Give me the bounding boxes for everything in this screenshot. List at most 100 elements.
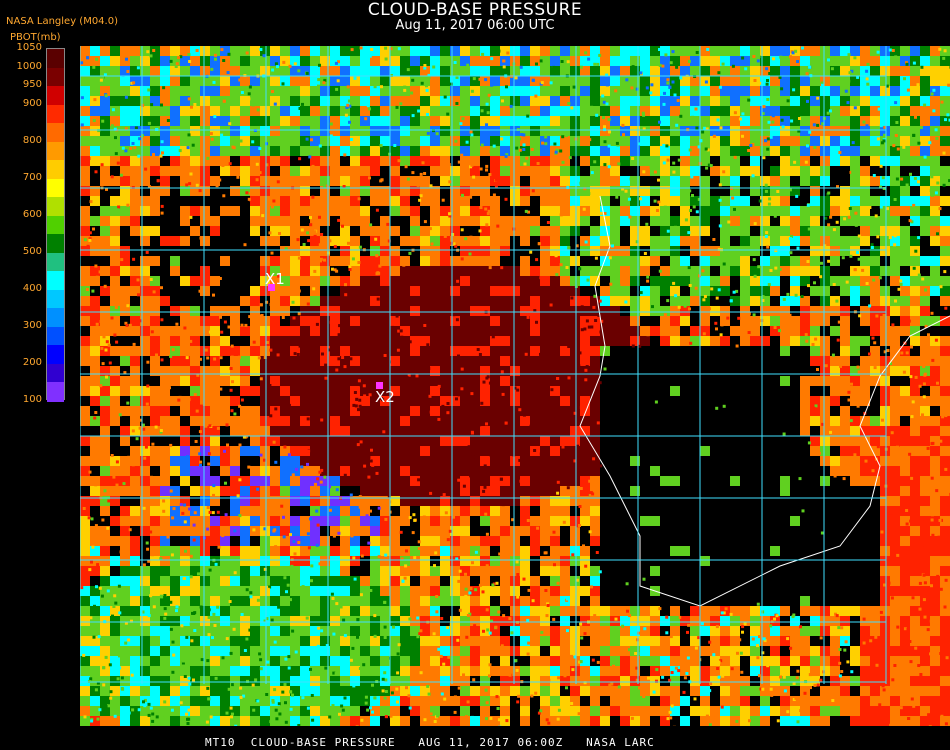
cloud-pixel [680, 156, 690, 166]
cloud-pixel [420, 146, 430, 156]
cloud-pixel [250, 656, 260, 666]
cloud-speckle [570, 449, 574, 453]
cloud-speckle [566, 386, 570, 390]
cloud-pixel [590, 86, 600, 96]
cloud-pixel [420, 666, 430, 676]
cloud-pixel [270, 236, 280, 246]
cloud-pixel [890, 566, 900, 576]
cloud-pixel [290, 396, 300, 406]
cloud-pixel [230, 46, 240, 56]
cloud-pixel [110, 236, 120, 246]
cloud-pixel [250, 166, 260, 176]
cloud-pixel [380, 266, 390, 276]
cloud-pixel [560, 696, 570, 706]
cloud-pixel [110, 256, 120, 266]
cloud-pixel [290, 636, 300, 646]
cloud-pixel [130, 346, 140, 356]
cloud-speckle [794, 293, 798, 297]
cloud-pixel [720, 646, 730, 656]
cloud-pixel [660, 616, 670, 626]
cloud-pixel [290, 146, 300, 156]
cloud-pixel [510, 196, 520, 206]
cloud-pixel [720, 336, 730, 346]
cloud-pixel [200, 326, 210, 336]
cloud-pixel [940, 596, 950, 606]
cloud-pixel [210, 86, 220, 96]
cloud-pixel [780, 666, 790, 676]
cloud-pixel [730, 656, 740, 666]
cloud-pixel [360, 446, 370, 456]
cloud-pixel [640, 116, 650, 126]
cloud-pixel [840, 616, 850, 626]
cloud-pixel [400, 266, 410, 276]
cloud-pixel [420, 416, 430, 426]
cloud-pixel [430, 76, 440, 86]
cloud-pixel [330, 546, 340, 556]
cloud-pixel [130, 636, 140, 646]
cloud-pixel [120, 206, 130, 216]
cloud-pixel [890, 666, 900, 676]
legend-swatch [47, 160, 64, 180]
cloud-pixel [610, 326, 620, 336]
cloud-pixel [130, 696, 140, 706]
cloud-pixel [280, 696, 290, 706]
cloud-pixel [510, 436, 520, 446]
cloud-pixel [920, 296, 930, 306]
cloud-pixel [440, 86, 450, 96]
cloud-pixel [360, 356, 370, 366]
cloud-pixel [740, 246, 750, 256]
cloud-pixel [460, 176, 470, 186]
cloud-pixel [200, 86, 210, 96]
cloud-pixel [110, 226, 120, 236]
cloud-pixel [820, 716, 830, 726]
cloud-pixel [590, 506, 600, 516]
cloud-pixel [610, 286, 620, 296]
cloud-pixel [100, 536, 110, 546]
cloud-pixel [870, 146, 880, 156]
cloud-pixel [790, 276, 800, 286]
cloud-pixel [390, 546, 400, 556]
cloud-pixel [290, 46, 300, 56]
cloud-pixel [150, 86, 160, 96]
cloud-pixel [290, 336, 300, 346]
cloud-pixel [860, 96, 870, 106]
cloud-pixel [370, 76, 380, 86]
cloud-pixel [330, 656, 340, 666]
cloud-pixel [260, 696, 270, 706]
cloud-pixel [570, 76, 580, 86]
cloud-pixel [520, 266, 530, 276]
cloud-pixel [270, 556, 280, 566]
cloud-pixel [900, 296, 910, 306]
cloud-pixel [560, 676, 570, 686]
cloud-pixel [210, 446, 220, 456]
cloud-pixel [180, 76, 190, 86]
cloud-pixel [220, 486, 230, 496]
cloud-pixel [80, 606, 90, 616]
cloud-pixel [710, 606, 720, 616]
cloud-pixel [80, 526, 90, 536]
cloud-pixel [820, 696, 830, 706]
cloud-pixel [850, 476, 860, 486]
cloud-pixel [570, 596, 580, 606]
cloud-pixel [490, 486, 500, 496]
cloud-pixel [620, 286, 630, 296]
cloud-pixel [390, 56, 400, 66]
cloud-pixel [390, 426, 400, 436]
cloud-pixel [300, 376, 310, 386]
cloud-pixel [440, 126, 450, 136]
cloud-pixel [750, 626, 760, 636]
cloud-pixel [190, 646, 200, 656]
cloud-pixel [500, 476, 510, 486]
cloud-pixel [550, 596, 560, 606]
cloud-pixel [220, 306, 230, 316]
cloud-pixel [120, 696, 130, 706]
cloud-pixel [800, 316, 810, 326]
cloud-pixel [370, 716, 380, 726]
cloud-pixel [190, 356, 200, 366]
cloud-pixel [490, 636, 500, 646]
cloud-pixel [170, 106, 180, 116]
cloud-pixel [640, 336, 650, 346]
cloud-pixel [250, 216, 260, 226]
cloud-speckle [800, 295, 804, 298]
cloud-pixel [370, 126, 380, 136]
